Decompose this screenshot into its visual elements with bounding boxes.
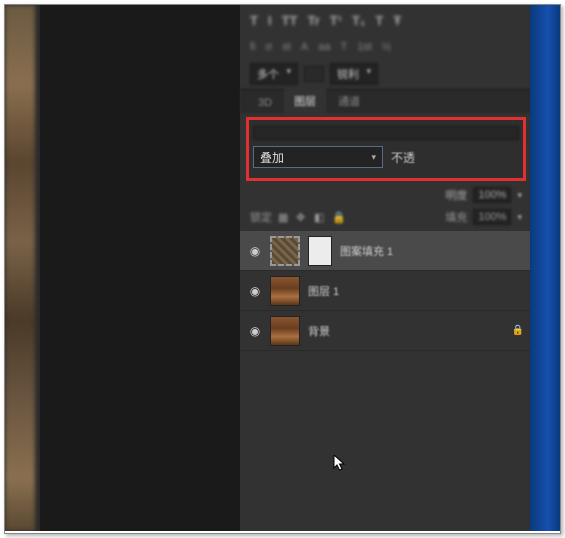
layer-thumbnail[interactable] bbox=[270, 276, 300, 306]
right-panels: T I TT Tr T¹ T₁ T Ŧ fi σ st A aa T 1st ½… bbox=[240, 5, 532, 531]
tab-channels[interactable]: 通道 bbox=[328, 89, 370, 113]
canvas-image bbox=[5, 5, 35, 531]
chevron-down-icon: ▾ bbox=[517, 190, 522, 201]
opacity-row: 明度 100% ▾ bbox=[240, 183, 532, 207]
layer-row[interactable]: ◉ 背景 🔒 bbox=[240, 311, 532, 351]
layer-name[interactable]: 图层 1 bbox=[308, 283, 524, 299]
workspace-background bbox=[40, 5, 240, 531]
layer-name[interactable]: 背景 bbox=[308, 323, 504, 339]
lock-pixels-icon[interactable]: ▦ bbox=[278, 211, 290, 223]
language-dropdown[interactable]: 多个 ▾ bbox=[250, 63, 298, 85]
panel-tabs: 3D 图层 通道 bbox=[240, 89, 532, 113]
lock-row: 锁定 ▦ ✥ ◧ 🔒 填充 100% ▾ bbox=[240, 207, 532, 231]
lock-icon: 🔒 bbox=[512, 325, 524, 336]
type-feature: σ bbox=[266, 41, 273, 53]
type-glyph: T¹ bbox=[330, 13, 342, 28]
tab-layers[interactable]: 图层 bbox=[284, 89, 326, 113]
blend-mode-row: 叠加 ▾ 不透 bbox=[253, 146, 519, 168]
type-options-row3: 多个 ▾ 锐利 ▾ bbox=[240, 59, 532, 89]
layers-list: ◉ 图案填充 1 ◉ 图层 1 ◉ 背景 🔒 bbox=[240, 231, 532, 351]
layer-row[interactable]: ◉ 图层 1 bbox=[240, 271, 532, 311]
chevron-down-icon: ▾ bbox=[517, 212, 522, 223]
canvas-area bbox=[5, 5, 40, 531]
lock-all-icon[interactable]: 🔒 bbox=[332, 211, 344, 223]
type-feature: aa bbox=[318, 41, 330, 53]
chevron-down-icon: ▾ bbox=[366, 66, 371, 82]
type-glyph: T bbox=[375, 13, 383, 28]
type-glyph: T₁ bbox=[352, 13, 365, 28]
type-glyph: TT bbox=[282, 13, 298, 28]
chevron-down-icon: ▾ bbox=[286, 66, 291, 82]
type-options-row1: T I TT Tr T¹ T₁ T Ŧ bbox=[240, 5, 532, 35]
type-options-row2: fi σ st A aa T 1st ½ bbox=[240, 35, 532, 59]
type-feature: ½ bbox=[382, 41, 391, 53]
antialias-dropdown[interactable]: 锐利 ▾ bbox=[330, 63, 378, 85]
opacity-value[interactable]: 100% bbox=[473, 187, 511, 203]
layer-row[interactable]: ◉ 图案填充 1 bbox=[240, 231, 532, 271]
lock-nesting-icon[interactable]: ◧ bbox=[314, 211, 326, 223]
lock-position-icon[interactable]: ✥ bbox=[296, 211, 308, 223]
type-feature: 1st bbox=[357, 41, 372, 53]
type-feature: st bbox=[282, 41, 291, 53]
lock-label: 锁定 bbox=[250, 209, 272, 225]
layer-thumbnail[interactable] bbox=[270, 316, 300, 346]
opacity-extra-label: 明度 bbox=[445, 187, 467, 203]
type-glyph: I bbox=[268, 13, 272, 28]
layer-filter-bar[interactable] bbox=[253, 126, 519, 140]
aa-icon[interactable] bbox=[304, 66, 324, 82]
type-feature: T bbox=[340, 41, 347, 53]
layer-thumbnail[interactable] bbox=[270, 236, 300, 266]
blend-mode-highlight: 叠加 ▾ 不透 bbox=[246, 117, 526, 181]
type-feature: A bbox=[301, 41, 308, 53]
layer-mask-thumbnail[interactable] bbox=[308, 236, 332, 266]
tab-3d[interactable]: 3D bbox=[248, 93, 282, 113]
type-feature: fi bbox=[250, 41, 256, 53]
fill-value[interactable]: 100% bbox=[473, 209, 511, 225]
chevron-down-icon: ▾ bbox=[371, 152, 376, 163]
window-edge bbox=[530, 5, 560, 531]
layer-name[interactable]: 图案填充 1 bbox=[340, 243, 524, 259]
visibility-eye-icon[interactable]: ◉ bbox=[248, 284, 262, 298]
fill-label: 填充 bbox=[445, 209, 467, 225]
blend-mode-dropdown[interactable]: 叠加 ▾ bbox=[253, 146, 383, 168]
blend-mode-value: 叠加 bbox=[260, 149, 284, 166]
type-glyph: T bbox=[250, 13, 258, 28]
opacity-label: 不透 bbox=[391, 149, 415, 166]
antialias-value: 锐利 bbox=[337, 66, 359, 82]
visibility-eye-icon[interactable]: ◉ bbox=[248, 244, 262, 258]
type-glyph: Ŧ bbox=[393, 13, 401, 28]
type-glyph: Tr bbox=[307, 13, 319, 28]
visibility-eye-icon[interactable]: ◉ bbox=[248, 324, 262, 338]
language-value: 多个 bbox=[257, 66, 279, 82]
